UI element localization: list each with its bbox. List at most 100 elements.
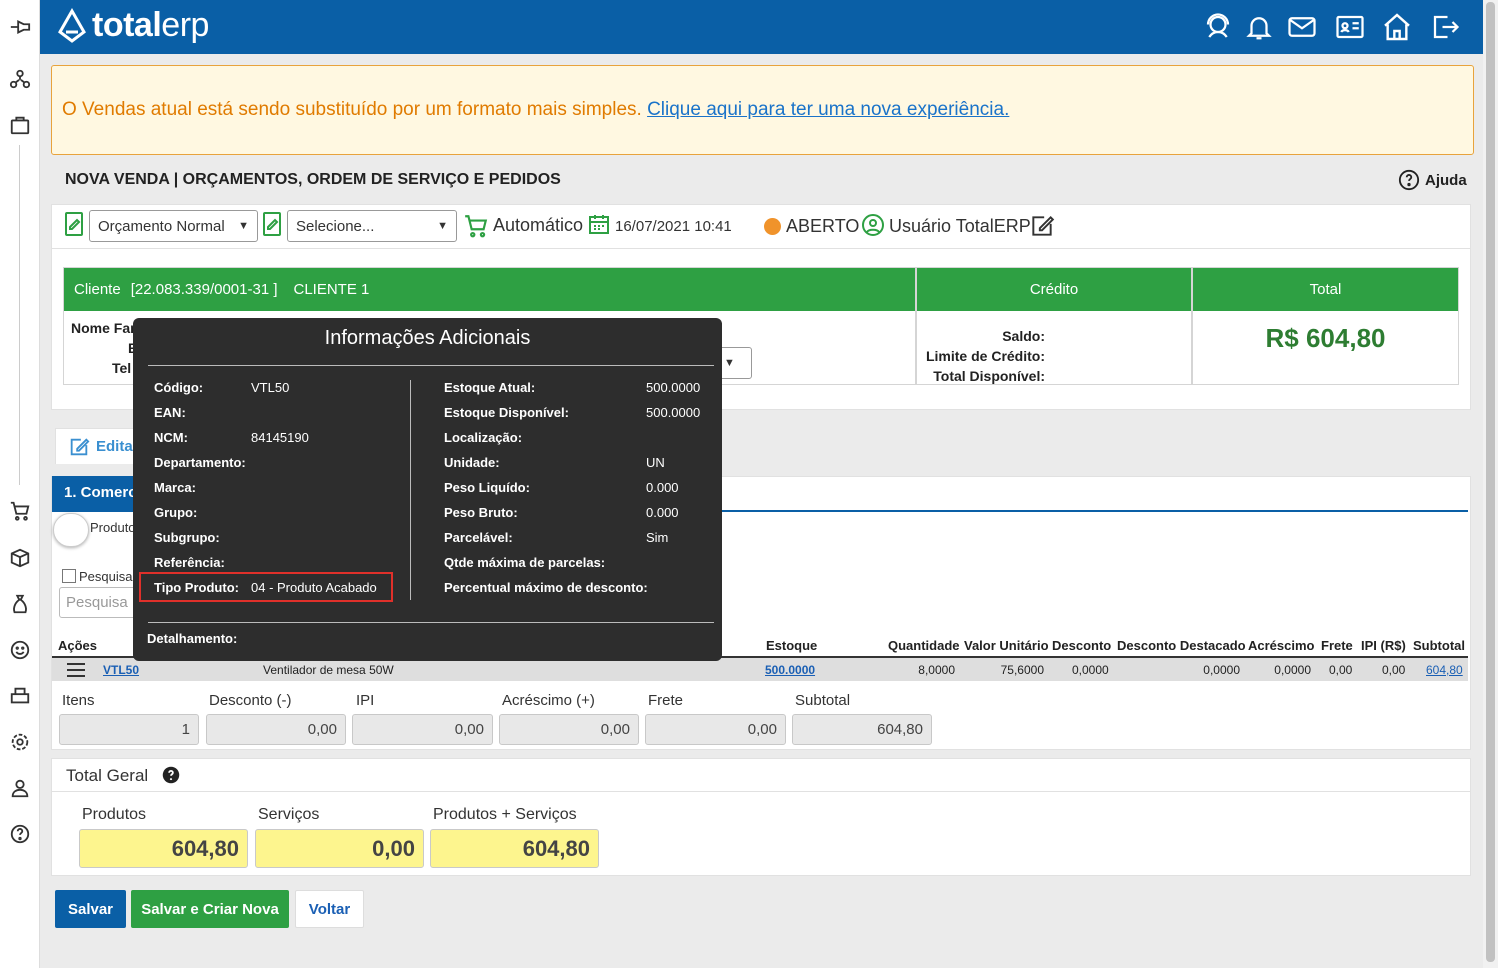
bell-icon[interactable] <box>1242 10 1276 44</box>
product-info-tooltip: Informações Adicionais Código: VTL50 EAN: N… <box>133 318 722 661</box>
sum-ipi-field: 0,00 <box>352 714 493 745</box>
printer-icon[interactable] <box>8 684 32 708</box>
tooltip-left-key: Departamento: <box>154 455 246 470</box>
total-geral-title: Total Geral <box>66 766 149 785</box>
col-quantidade: Quantidade <box>888 638 960 653</box>
home-icon[interactable] <box>1380 10 1414 44</box>
sum-desconto-label: Desconto (-) <box>209 692 292 709</box>
row-stock-link[interactable]: 500.0000 <box>765 663 815 677</box>
status-dot-icon <box>764 218 781 235</box>
id-card-icon[interactable] <box>1333 10 1367 44</box>
tooltip-left-key: Referência: <box>154 555 225 570</box>
sum-frete-field: 0,00 <box>645 714 786 745</box>
order-type-value: Orçamento Normal <box>98 217 225 235</box>
tooltip-divider-vertical <box>410 380 411 600</box>
search-input[interactable]: Pesquisa <box>59 587 139 618</box>
tooltip-right-key: Localização: <box>444 430 523 445</box>
sidebar <box>0 0 40 968</box>
help-link[interactable]: Ajuda <box>1398 169 1467 191</box>
tooltip-right-key: Percentual máximo de desconto: <box>444 580 648 595</box>
sum-itens-field: 1 <box>59 714 199 745</box>
sum-frete-label: Frete <box>648 692 684 709</box>
chevron-down-icon: ▼ <box>238 220 249 232</box>
panel-divider <box>51 248 1471 249</box>
search-checkbox-label: Pesquisa <box>79 569 133 584</box>
tot-ambos-label: Produtos + Serviços <box>433 806 577 823</box>
sum-acrescimo-field: 0,00 <box>499 714 639 745</box>
chevron-down-icon: ▼ <box>437 220 448 232</box>
tooltip-detail-label: Detalhamento: <box>147 631 238 646</box>
alert-link[interactable]: Clique aqui para ter uma nova experiênci… <box>647 99 1009 120</box>
credit-limit-label: Limite de Crédito: <box>925 348 1045 364</box>
secondary-select[interactable]: Selecione... ▼ <box>287 210 457 242</box>
col-desconto: Desconto <box>1052 638 1112 653</box>
tot-servicos-label: Serviços <box>258 806 320 823</box>
tooltip-right-key: Unidade: <box>444 455 500 470</box>
help-circle-icon <box>1398 169 1420 191</box>
sum-desconto-field: 0,00 <box>206 714 346 745</box>
cart-icon[interactable] <box>8 499 32 523</box>
doc-edit-icon-2[interactable] <box>262 211 282 242</box>
tooltip-divider-top <box>148 365 714 366</box>
tooltip-right-key: Parcelável: <box>444 530 513 545</box>
tooltip-right-key: Peso Bruto: <box>444 505 518 520</box>
edit-tab[interactable]: Editar <box>55 428 139 464</box>
pin-icon[interactable] <box>8 15 32 39</box>
client-header: Cliente [22.083.339/0001-31 ] CLIENTE 1 <box>64 268 915 311</box>
sum-itens-label: Itens <box>62 692 95 709</box>
product-service-toggle[interactable] <box>53 513 89 547</box>
datetime-label: 16/07/2021 10:41 <box>615 218 732 235</box>
menu-icon[interactable] <box>66 662 86 683</box>
back-button[interactable]: Voltar <box>295 890 364 928</box>
support-icon[interactable] <box>1201 10 1235 44</box>
smile-icon[interactable] <box>8 638 32 662</box>
gear-icon[interactable] <box>8 730 32 754</box>
client-field-tel: Tel <box>112 360 132 376</box>
tooltip-right-value: Sim <box>646 530 669 545</box>
mail-icon[interactable] <box>1285 10 1319 44</box>
save-and-new-button[interactable]: Salvar e Criar Nova <box>131 890 289 928</box>
row-code-link[interactable]: VTL50 <box>103 663 139 677</box>
tot-produtos-field: 604,80 <box>79 829 248 868</box>
doc-edit-icon[interactable] <box>64 211 84 242</box>
shopping-cart-icon <box>462 213 490 244</box>
col-ipi: IPI (R$) <box>1361 638 1406 653</box>
credit-header: Crédito <box>917 268 1191 311</box>
tooltip-right-value: 0.000 <box>646 505 679 520</box>
sidebar-divider <box>19 145 20 485</box>
logo-bold: total <box>92 6 162 44</box>
tooltip-left-key: Grupo: <box>154 505 198 520</box>
logo-light: erp <box>161 6 209 44</box>
credit-available-label: Total Disponível: <box>933 368 1045 384</box>
network-icon[interactable] <box>8 67 32 91</box>
search-checkbox[interactable] <box>62 569 76 583</box>
help-icon[interactable] <box>8 822 32 846</box>
order-type-select[interactable]: Orçamento Normal ▼ <box>89 210 258 242</box>
row-subtotal-link[interactable]: 604,80 <box>1426 663 1463 677</box>
sum-acrescimo-label: Acréscimo (+) <box>502 692 595 709</box>
total-geral-divider <box>51 791 1471 792</box>
box-icon[interactable] <box>8 546 32 570</box>
tooltip-left-key: Código: <box>154 380 204 395</box>
col-frete: Frete <box>1321 638 1353 653</box>
tooltip-left-value: 84145190 <box>251 430 309 445</box>
question-icon[interactable] <box>162 766 180 789</box>
money-bag-icon[interactable] <box>8 592 32 616</box>
sum-ipi-label: IPI <box>356 692 375 709</box>
user-icon[interactable] <box>8 776 32 800</box>
save-button[interactable]: Salvar <box>55 890 126 928</box>
tooltip-right-key: Peso Liquído: <box>444 480 530 495</box>
edit-icon <box>70 438 90 456</box>
tooltip-right-key: Estoque Disponível: <box>444 405 569 420</box>
tab-comercial[interactable]: 1. Comerci <box>52 476 142 510</box>
status-label: ABERTO <box>786 216 860 236</box>
calendar-icon <box>587 212 611 241</box>
logout-icon[interactable] <box>1428 10 1462 44</box>
scrollbar-thumb[interactable] <box>1486 2 1495 962</box>
logo-icon <box>58 7 86 43</box>
tooltip-right-key: Qtde máxima de parcelas: <box>444 555 606 570</box>
logo[interactable]: totalerp <box>56 6 209 45</box>
edit-user-icon[interactable] <box>1028 213 1056 244</box>
briefcase-icon[interactable] <box>8 113 32 137</box>
row-description: Ventilador de mesa 50W <box>263 663 394 677</box>
